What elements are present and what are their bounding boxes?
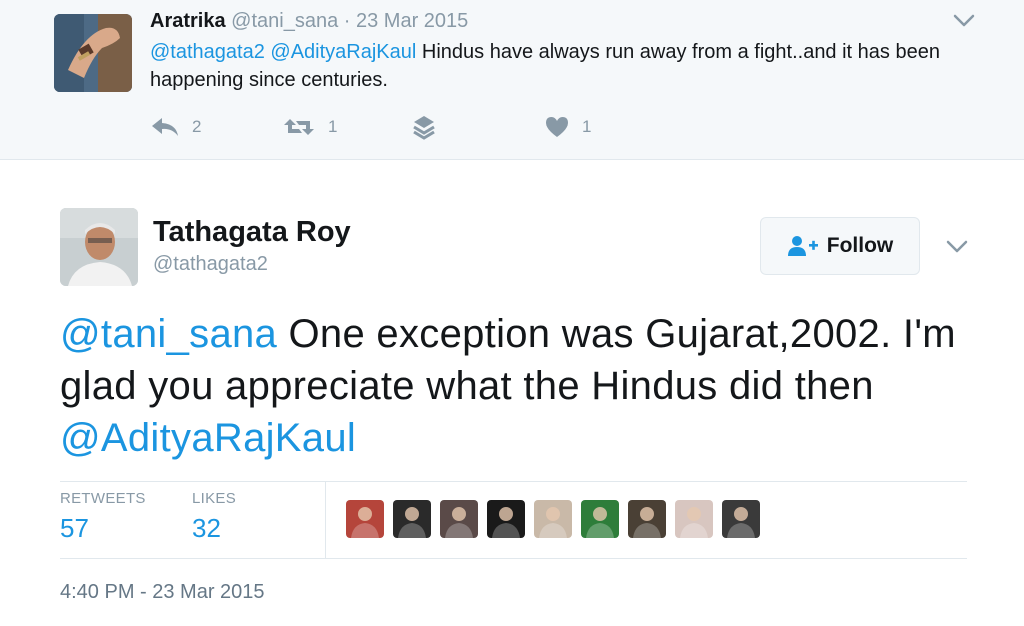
stats-divider (325, 482, 326, 559)
follow-button[interactable]: Follow (760, 217, 920, 275)
liker-avatar[interactable] (440, 500, 478, 538)
liker-avatar[interactable] (628, 500, 666, 538)
retweets-value: 57 (60, 513, 89, 543)
chevron-down-icon[interactable] (944, 236, 970, 256)
parent-tweet-body: Hindus have always run away from a fight… (150, 41, 940, 91)
parent-avatar[interactable] (54, 14, 132, 92)
like-button[interactable]: 1 (544, 112, 591, 142)
parent-handle[interactable]: @tani_sana (231, 10, 338, 32)
likes-label: LIKES (192, 490, 237, 507)
liker-avatar[interactable] (675, 500, 713, 538)
parent-tweet-actions: 2 1 1 (150, 112, 750, 142)
main-avatar[interactable] (60, 208, 138, 286)
retweet-button[interactable]: 1 (282, 112, 337, 142)
tweet-stats: RETWEETS 57 LIKES 32 (60, 481, 967, 559)
liker-avatar[interactable] (487, 500, 525, 538)
stack-icon (413, 116, 435, 140)
reply-icon (152, 118, 178, 136)
parent-tweet-header: Aratrika @tani_sana · 23 Mar 2015 (150, 10, 468, 33)
reply-count: 2 (192, 117, 202, 136)
add-user-icon (787, 236, 818, 256)
chevron-down-icon[interactable] (952, 10, 976, 30)
heart-icon (546, 117, 568, 137)
parent-tweet[interactable]: Aratrika @tani_sana · 23 Mar 2015 @tatha… (0, 0, 1024, 160)
mention-link[interactable]: @AdityaRajKaul (270, 41, 416, 63)
stack-button[interactable] (412, 112, 436, 142)
parent-display-name[interactable]: Aratrika (150, 10, 226, 32)
liker-avatar[interactable] (346, 500, 384, 538)
mention-link[interactable]: @tani_sana (60, 312, 277, 356)
liker-avatar[interactable] (722, 500, 760, 538)
retweet-count: 1 (328, 117, 338, 136)
likes-value: 32 (192, 513, 221, 543)
main-tweet-text: @tani_sana One exception was Gujarat,200… (60, 308, 990, 464)
like-count: 1 (582, 117, 592, 136)
liker-avatar[interactable] (581, 500, 619, 538)
tweet-timestamp[interactable]: 4:40 PM - 23 Mar 2015 (60, 581, 265, 604)
likes-stat[interactable]: LIKES 32 (192, 490, 236, 544)
liker-avatars (346, 500, 769, 538)
liker-avatar[interactable] (534, 500, 572, 538)
parent-date[interactable]: 23 Mar 2015 (356, 10, 468, 32)
follow-label: Follow (826, 234, 894, 257)
reply-button[interactable]: 2 (150, 112, 201, 142)
parent-separator: · (338, 10, 356, 32)
main-display-name[interactable]: Tathagata Roy (153, 216, 351, 249)
main-handle[interactable]: @tathagata2 (153, 253, 268, 276)
mention-link[interactable]: @tathagata2 (150, 41, 265, 63)
retweets-stat[interactable]: RETWEETS 57 (60, 490, 146, 544)
retweet-icon (284, 119, 314, 135)
parent-tweet-text: @tathagata2 @AdityaRajKaul Hindus have a… (150, 38, 990, 94)
retweets-label: RETWEETS (60, 490, 146, 507)
mention-link[interactable]: @AdityaRajKaul (60, 416, 356, 460)
liker-avatar[interactable] (393, 500, 431, 538)
